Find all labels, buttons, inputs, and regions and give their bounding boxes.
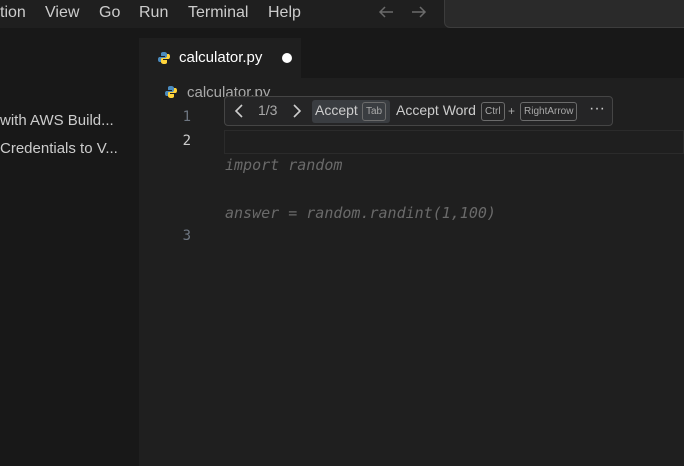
menu-go[interactable]: Go	[99, 4, 120, 22]
tab-label: calculator.py	[179, 49, 263, 66]
inline-suggestion-toolbar: 1/3 Accept Tab Accept Word Ctrl + RightA…	[224, 96, 613, 126]
line-number: 1	[182, 109, 191, 125]
menu-selection[interactable]: tion	[0, 4, 26, 22]
chevron-right-icon[interactable]	[291, 101, 303, 124]
python-file-icon	[164, 85, 178, 99]
line-number: 3	[182, 228, 191, 244]
sidebar-item-credentials[interactable]: Credentials to V...	[0, 140, 118, 157]
accept-word-button[interactable]: Accept Word	[396, 102, 476, 118]
accept-button[interactable]: Accept Tab	[312, 100, 390, 123]
ghost-suggestion-line: answer = random.randint(1,100)	[225, 204, 496, 222]
sidebar: with AWS Build... Credentials to V...	[0, 28, 139, 466]
keybinding-ctrl: Ctrl	[481, 102, 505, 121]
menu-help[interactable]: Help	[268, 4, 301, 22]
accept-label: Accept	[315, 102, 358, 118]
menu-terminal[interactable]: Terminal	[188, 4, 248, 22]
menu-view[interactable]: View	[45, 4, 79, 22]
python-file-icon	[157, 51, 171, 65]
keybinding-plus: +	[508, 104, 516, 118]
unsaved-dot-icon[interactable]	[282, 53, 292, 63]
suggestion-counter: 1/3	[258, 102, 278, 118]
keybinding-rightarrow: RightArrow	[520, 102, 578, 121]
keybinding-tab: Tab	[362, 102, 387, 121]
line-number-active: 2	[182, 133, 191, 149]
ghost-suggestion-line: import random	[225, 156, 343, 174]
menu-bar: tion View Go Run Terminal Help	[0, 0, 684, 28]
tab-bar: calculator.py	[139, 28, 684, 78]
tab-calculator-py[interactable]: calculator.py	[139, 38, 301, 78]
more-actions-icon[interactable]: ···	[589, 100, 605, 118]
current-line-highlight	[224, 130, 684, 154]
sidebar-item-aws-builder[interactable]: with AWS Build...	[0, 112, 114, 129]
menu-run[interactable]: Run	[139, 4, 168, 22]
command-center[interactable]	[444, 0, 684, 28]
editor-area: calculator.py calculator.py 1 2 3 import…	[139, 28, 684, 466]
arrow-left-icon[interactable]	[376, 2, 396, 28]
chevron-left-icon[interactable]	[233, 101, 245, 124]
arrow-right-icon[interactable]	[409, 2, 429, 28]
